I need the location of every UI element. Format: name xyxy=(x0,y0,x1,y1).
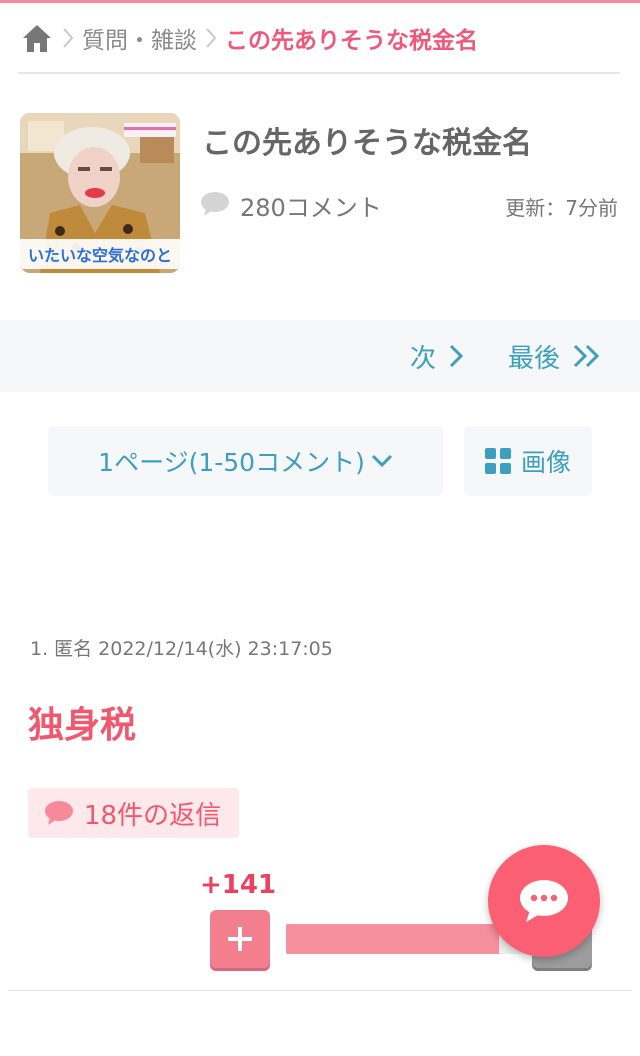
breadcrumb-current: この先ありそうな税金名 xyxy=(225,28,478,54)
top-accent-line xyxy=(0,0,640,3)
next-page-label: 次 xyxy=(410,343,437,374)
speech-bubble-icon xyxy=(200,191,230,221)
breadcrumb: 質問・雑談 この先ありそうな税金名 xyxy=(20,14,620,62)
divider xyxy=(8,990,632,991)
page-select-value: 1ページ(1-50コメント) xyxy=(98,448,365,477)
divider xyxy=(18,72,620,74)
last-page-link[interactable]: 最後 xyxy=(508,320,602,392)
chevron-right-icon xyxy=(449,344,464,368)
thumbnail-caption: いたいな空気なのと xyxy=(28,246,172,265)
comment-count-group: 280コメント xyxy=(200,188,382,223)
breadcrumb-category[interactable]: 質問・雑談 xyxy=(82,21,197,55)
chevron-right-icon xyxy=(54,26,82,50)
comment-meta: 1. 匿名 2022/12/14(水) 23:17:05 xyxy=(30,634,339,661)
topic-title: この先ありそうな税金名 xyxy=(202,126,532,161)
comment-body: 独身税 xyxy=(28,705,137,746)
last-page-label: 最後 xyxy=(508,343,561,374)
image-button-label: 画像 xyxy=(520,448,571,477)
chevron-right-icon xyxy=(197,26,225,50)
page-select[interactable]: 1ページ(1-50コメント) xyxy=(48,426,443,496)
replies-label: 18件の返信 xyxy=(84,800,222,831)
chat-bubble-icon xyxy=(520,880,568,922)
replies-button[interactable]: 18件の返信 xyxy=(28,788,240,838)
double-chevron-right-icon xyxy=(573,344,600,368)
vote-ratio-fill xyxy=(286,924,499,954)
plus-vote-button[interactable] xyxy=(210,910,270,968)
image-gallery-button[interactable]: 画像 xyxy=(464,426,592,496)
grid-icon xyxy=(484,448,511,474)
comment-author: 匿名 xyxy=(54,638,93,660)
chat-fab-button[interactable] xyxy=(488,845,600,957)
comment-number: 1. xyxy=(30,638,49,660)
next-page-link[interactable]: 次 xyxy=(410,320,464,392)
plus-vote-count: +141 xyxy=(200,870,277,900)
home-icon[interactable] xyxy=(20,21,54,55)
plus-icon xyxy=(228,927,252,951)
updated-time: 更新：7分前 xyxy=(505,196,618,220)
topic-thumbnail[interactable]: いたいな空気なのと xyxy=(20,113,180,273)
comment-datetime: 2022/12/14(水) 23:17:05 xyxy=(98,638,333,660)
chevron-down-icon xyxy=(371,454,392,468)
pager-bar: 次 最後 xyxy=(0,320,640,392)
speech-bubble-icon xyxy=(45,801,73,825)
comment-count: 280コメント xyxy=(240,194,382,222)
